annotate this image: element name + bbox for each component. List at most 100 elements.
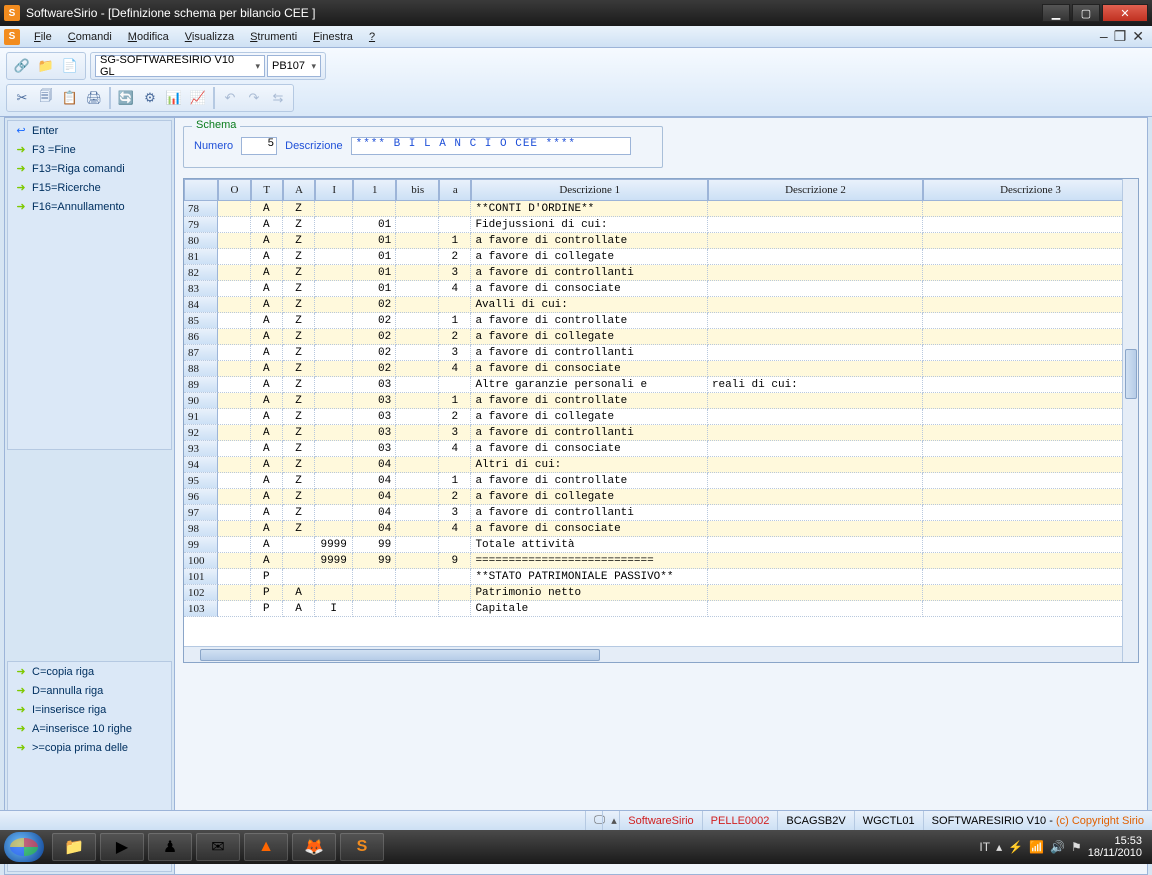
close-button[interactable]: ✕ bbox=[1102, 4, 1148, 22]
grid-cell[interactable]: Z bbox=[283, 361, 315, 377]
grid-cell[interactable]: reali di cui: bbox=[708, 377, 923, 393]
tool-link-icon[interactable]: 🔗 bbox=[11, 55, 33, 77]
grid-cell[interactable] bbox=[218, 361, 250, 377]
grid-cell[interactable]: 9 bbox=[439, 553, 471, 569]
grid-cell[interactable] bbox=[218, 265, 250, 281]
grid-cell[interactable] bbox=[396, 489, 439, 505]
grid-cell[interactable] bbox=[396, 265, 439, 281]
grid-cell[interactable] bbox=[315, 489, 353, 505]
redo-icon[interactable]: ↷ bbox=[243, 87, 265, 109]
grid-cell[interactable] bbox=[708, 361, 923, 377]
grid-cell[interactable]: Z bbox=[283, 425, 315, 441]
sidebar-item-f13[interactable]: ➜F13=Riga comandi bbox=[8, 159, 171, 178]
grid-cell[interactable]: A bbox=[251, 409, 283, 425]
grid-cell[interactable] bbox=[218, 473, 250, 489]
sidebar-item-copy-row[interactable]: ➜C=copia riga bbox=[8, 662, 171, 681]
minimize-button[interactable]: ▁ bbox=[1042, 4, 1070, 22]
table-row[interactable]: 100A9999999=========================== bbox=[184, 553, 1138, 569]
grid-cell[interactable]: 3 bbox=[439, 265, 471, 281]
table-row[interactable]: 82AZ013a favore di controllanti bbox=[184, 265, 1138, 281]
grid-cell[interactable] bbox=[708, 217, 923, 233]
grid-cell[interactable]: a favore di controllate bbox=[471, 393, 708, 409]
grid-cell[interactable] bbox=[315, 441, 353, 457]
table-row[interactable]: 93AZ034a favore di consociate bbox=[184, 441, 1138, 457]
table-row[interactable]: 97AZ043a favore di controllanti bbox=[184, 505, 1138, 521]
status-up-icon[interactable]: ▴ bbox=[602, 811, 619, 830]
tray-lang[interactable]: IT bbox=[979, 840, 990, 854]
grid-cell[interactable] bbox=[218, 585, 250, 601]
grid-cell[interactable]: A bbox=[251, 313, 283, 329]
tray-up-icon[interactable]: ▴ bbox=[996, 840, 1002, 854]
grid-column-header[interactable]: I bbox=[315, 179, 353, 201]
grid-cell[interactable] bbox=[218, 393, 250, 409]
grid-cell[interactable]: 4 bbox=[439, 441, 471, 457]
grid-cell[interactable]: A bbox=[251, 489, 283, 505]
grid-cell[interactable]: Z bbox=[283, 489, 315, 505]
grid-cell[interactable] bbox=[923, 297, 1138, 313]
grid-cell[interactable]: Z bbox=[283, 441, 315, 457]
grid-cell[interactable]: a favore di controllanti bbox=[471, 425, 708, 441]
grid-cell[interactable] bbox=[315, 473, 353, 489]
grid-cell[interactable]: 1 bbox=[439, 313, 471, 329]
grid-cell[interactable]: 04 bbox=[353, 505, 396, 521]
table-row[interactable]: 88AZ024a favore di consociate bbox=[184, 361, 1138, 377]
table-row[interactable]: 96AZ042a favore di collegate bbox=[184, 489, 1138, 505]
grid-cell[interactable]: 01 bbox=[353, 281, 396, 297]
grid-cell[interactable] bbox=[315, 201, 353, 217]
menu-item-comandi[interactable]: Comandi bbox=[60, 29, 120, 45]
grid-cell[interactable]: a favore di controllanti bbox=[471, 345, 708, 361]
grid-cell[interactable] bbox=[708, 201, 923, 217]
grid-cell[interactable] bbox=[439, 585, 471, 601]
grid-cell[interactable]: 3 bbox=[439, 505, 471, 521]
grid-cell[interactable]: 9999 bbox=[315, 537, 353, 553]
grid-cell[interactable] bbox=[923, 313, 1138, 329]
grid-cell[interactable]: a favore di collegate bbox=[471, 409, 708, 425]
menu-item-finestra[interactable]: Finestra bbox=[305, 29, 361, 45]
grid-cell[interactable] bbox=[315, 425, 353, 441]
table-row[interactable]: 95AZ041a favore di controllate bbox=[184, 473, 1138, 489]
grid-cell[interactable] bbox=[923, 201, 1138, 217]
grid-cell[interactable]: 04 bbox=[353, 457, 396, 473]
grid-cell[interactable]: Z bbox=[283, 217, 315, 233]
tray-power-icon[interactable]: ⚡ bbox=[1008, 840, 1023, 854]
grid-cell[interactable] bbox=[923, 537, 1138, 553]
grid-cell[interactable]: 02 bbox=[353, 329, 396, 345]
grid-cell[interactable] bbox=[218, 281, 250, 297]
grid-cell[interactable] bbox=[218, 313, 250, 329]
menu-item-modifica[interactable]: Modifica bbox=[120, 29, 177, 45]
grid-cell[interactable] bbox=[708, 345, 923, 361]
grid-cell[interactable] bbox=[218, 457, 250, 473]
grid-cell[interactable] bbox=[396, 505, 439, 521]
grid-cell[interactable] bbox=[218, 377, 250, 393]
menu-item-visualizza[interactable]: Visualizza bbox=[177, 29, 242, 45]
grid-cell[interactable]: A bbox=[251, 265, 283, 281]
grid-cell[interactable] bbox=[708, 249, 923, 265]
grid-cell[interactable] bbox=[923, 377, 1138, 393]
grid-cell[interactable]: A bbox=[251, 249, 283, 265]
copy-icon[interactable]: 🗐 bbox=[35, 87, 57, 109]
grid-column-header[interactable]: Descrizione 1 bbox=[471, 179, 708, 201]
grid-cell[interactable] bbox=[923, 345, 1138, 361]
grid-cell[interactable]: P bbox=[251, 585, 283, 601]
table-row[interactable]: 101P **STATO PATRIMONIALE PASSIVO** bbox=[184, 569, 1138, 585]
grid-cell[interactable]: a favore di collegate bbox=[471, 489, 708, 505]
cut-icon[interactable]: ✂ bbox=[11, 87, 33, 109]
maximize-button[interactable]: ▢ bbox=[1072, 4, 1100, 22]
grid-cell[interactable]: I bbox=[315, 601, 353, 617]
grid-cell[interactable] bbox=[439, 297, 471, 313]
grid-cell[interactable] bbox=[315, 249, 353, 265]
grid-cell[interactable]: Z bbox=[283, 249, 315, 265]
grid-cell[interactable]: 2 bbox=[439, 489, 471, 505]
grid-cell[interactable] bbox=[283, 537, 315, 553]
stats-icon[interactable]: 📈 bbox=[187, 87, 209, 109]
grid-cell[interactable] bbox=[439, 457, 471, 473]
grid-cell[interactable] bbox=[923, 441, 1138, 457]
grid-cell[interactable]: 03 bbox=[353, 393, 396, 409]
grid-column-header[interactable]: Descrizione 2 bbox=[708, 179, 923, 201]
grid-cell[interactable]: P bbox=[251, 601, 283, 617]
grid-cell[interactable]: a favore di consociate bbox=[471, 281, 708, 297]
grid-cell[interactable]: a favore di consociate bbox=[471, 521, 708, 537]
menu-item-strumenti[interactable]: Strumenti bbox=[242, 29, 305, 45]
grid-cell[interactable] bbox=[396, 585, 439, 601]
grid-cell[interactable]: Totale attività bbox=[471, 537, 708, 553]
